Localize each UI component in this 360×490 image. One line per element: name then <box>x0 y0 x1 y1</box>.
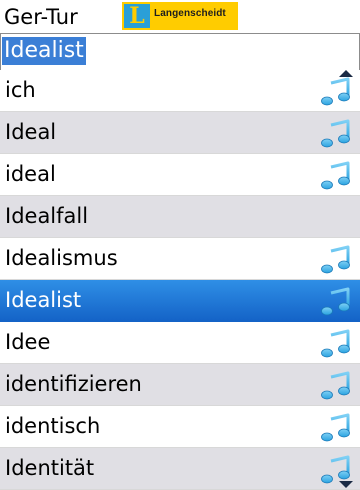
music-note-icon[interactable] <box>320 77 352 107</box>
music-note-icon[interactable] <box>320 371 352 401</box>
list-item-label: identisch <box>5 414 101 438</box>
brand-logo: L Langenscheidt <box>122 2 238 30</box>
list-item-label: Idee <box>5 330 51 354</box>
scroll-up-arrow-icon[interactable] <box>339 70 353 77</box>
list-item-label: Idealist <box>5 288 82 312</box>
list-item-label: Idealismus <box>5 246 118 270</box>
search-input-value[interactable]: Idealist <box>2 37 86 65</box>
music-note-icon[interactable] <box>320 245 352 275</box>
list-item[interactable]: Idealfall <box>0 196 360 238</box>
list-item-label: ideal <box>5 162 56 186</box>
list-item[interactable]: identifizieren <box>0 364 360 406</box>
list-item[interactable]: Identität <box>0 448 360 490</box>
list-item[interactable]: Idealismus <box>0 238 360 280</box>
list-item[interactable]: ideal <box>0 154 360 196</box>
word-list: ich Ideal ideal Idealfall Idealismus Ide… <box>0 70 360 490</box>
list-item[interactable]: identisch <box>0 406 360 448</box>
list-item[interactable]: Ideal <box>0 112 360 154</box>
dictionary-direction: Ger-Tur <box>4 5 78 29</box>
search-input[interactable]: Idealist <box>0 33 360 71</box>
music-note-icon[interactable] <box>320 413 352 443</box>
list-item-label: Identität <box>5 456 95 480</box>
list-item-label: ich <box>5 78 36 102</box>
list-item[interactable]: ich <box>0 70 360 112</box>
title-bar: Ger-Tur L Langenscheidt <box>0 0 360 33</box>
music-note-icon[interactable] <box>320 329 352 359</box>
list-item-selected[interactable]: Idealist <box>0 280 360 322</box>
music-note-icon[interactable] <box>320 287 352 317</box>
list-item[interactable]: Idee <box>0 322 360 364</box>
list-item-label: Ideal <box>5 120 57 144</box>
brand-name: Langenscheidt <box>154 8 226 19</box>
scroll-down-arrow-icon[interactable] <box>339 481 353 488</box>
music-note-icon[interactable] <box>320 119 352 149</box>
music-note-icon[interactable] <box>320 161 352 191</box>
list-item-label: identifizieren <box>5 372 142 396</box>
list-item-label: Idealfall <box>5 204 89 228</box>
brand-mark: L <box>124 4 150 28</box>
